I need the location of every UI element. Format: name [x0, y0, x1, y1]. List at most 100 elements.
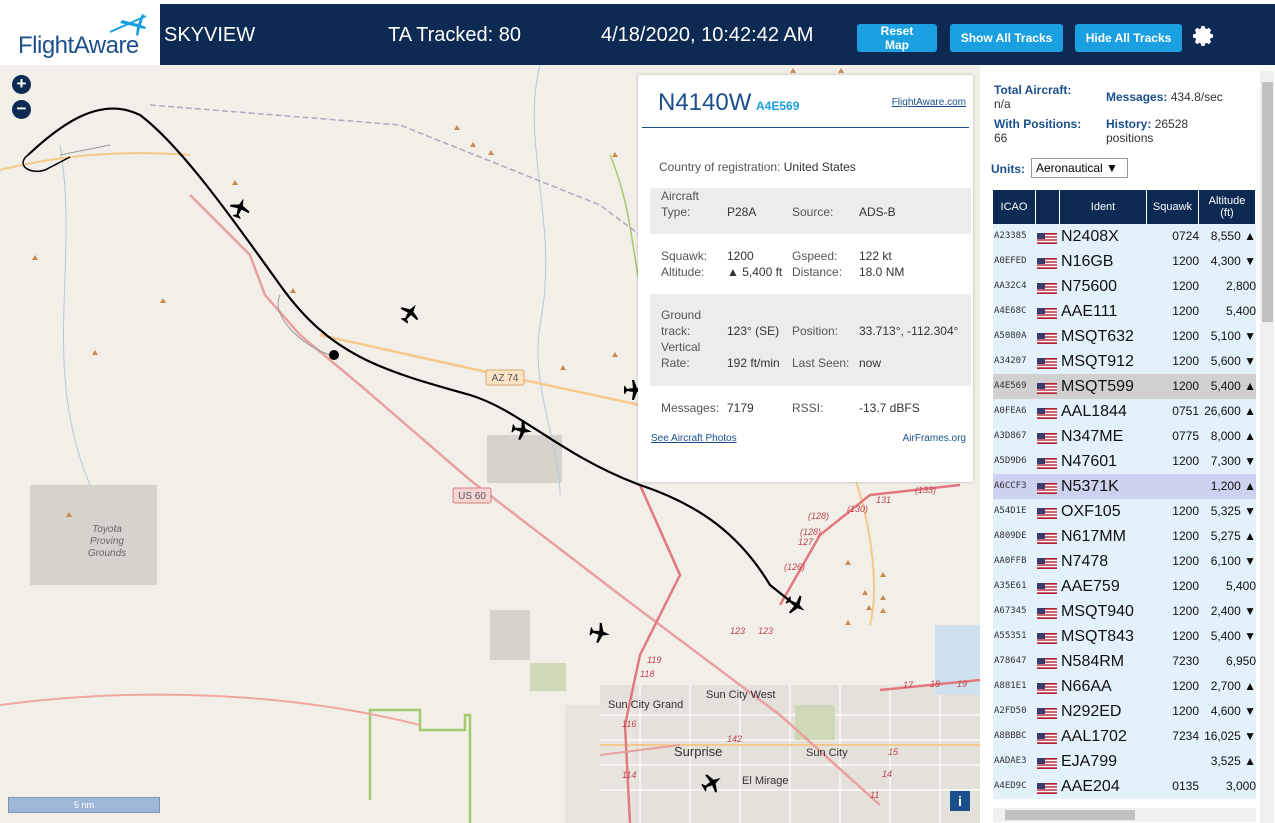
- mile-label: 116: [622, 719, 636, 729]
- us-flag-icon: [1037, 681, 1057, 694]
- place-label: Surprise: [674, 744, 722, 759]
- us-flag-icon: [1037, 381, 1057, 394]
- logo-text: FlightAware: [18, 32, 139, 59]
- table-row[interactable]: A0EFED N16GB 1200 4,300 ▼: [993, 249, 1256, 275]
- table-row[interactable]: A6CCF3 N5371K 1,200 ▲: [993, 474, 1256, 500]
- zoom-in-button[interactable]: +: [12, 75, 31, 94]
- mile-label: 17: [903, 680, 914, 690]
- icao-cell: A4E569: [994, 381, 1027, 391]
- us-flag-icon: [1037, 481, 1057, 494]
- reset-map-button[interactable]: Reset Map: [857, 24, 937, 52]
- squawk-value: 1200: [727, 249, 754, 263]
- mile-label: 19: [957, 679, 967, 689]
- table-row[interactable]: AA32C4 N75600 1200 2,800: [993, 274, 1256, 300]
- aircraft-type-label: Type:: [661, 205, 691, 219]
- aircraft-photos-link[interactable]: See Aircraft Photos: [651, 433, 737, 444]
- map-scale-bar: 5 nm: [8, 797, 160, 813]
- icao-cell: A881E1: [994, 681, 1027, 691]
- hide-all-tracks-button[interactable]: Hide All Tracks: [1075, 24, 1182, 52]
- messages-label: Messages:: [661, 401, 720, 415]
- units-select[interactable]: Aeronautical ▼: [1031, 158, 1128, 178]
- popup-hex-link[interactable]: A4E569: [756, 99, 799, 113]
- ident-cell: AAE204: [1061, 778, 1120, 795]
- col-header-icao[interactable]: ICAO: [993, 190, 1036, 224]
- rssi-label: RSSI:: [792, 401, 824, 415]
- ident-cell: N66AA: [1061, 678, 1112, 695]
- table-row[interactable]: A54D1E OXF105 1200 5,325 ▼: [993, 499, 1256, 525]
- table-row[interactable]: A23385 N2408X 0724 8,550 ▲: [993, 224, 1256, 250]
- table-row[interactable]: A5D9D6 N47601 1200 7,300 ▼: [993, 449, 1256, 475]
- gear-icon[interactable]: [1192, 24, 1216, 48]
- us-flag-icon: [1037, 456, 1057, 469]
- table-row[interactable]: A4ED9C AAE204 0135 3,000: [993, 774, 1256, 800]
- flightaware-link[interactable]: FlightAware.com: [892, 97, 966, 108]
- table-row[interactable]: A3D867 N347ME 0775 8,000 ▲: [993, 424, 1256, 450]
- table-row[interactable]: A4E68C AAE111 1200 5,400: [993, 299, 1256, 325]
- squawk-cell: 1200: [1172, 354, 1199, 368]
- position-value: 33.713°, -112.304°: [859, 324, 959, 338]
- altitude-cell: 7,300 ▼: [1210, 454, 1256, 468]
- icao-cell: A35E61: [994, 581, 1027, 591]
- col-header-flag[interactable]: [1036, 190, 1060, 224]
- map-info-button[interactable]: i: [950, 791, 970, 811]
- wash-line: [59, 144, 91, 486]
- table-row[interactable]: A2FD50 N292ED 1200 4,600 ▼: [993, 699, 1256, 725]
- icao-cell: A0EFED: [994, 256, 1027, 266]
- altitude-header-text: Altitude: [1208, 195, 1246, 207]
- vertical-scroll-thumb[interactable]: [1262, 82, 1273, 322]
- horizontal-scroll-thumb[interactable]: [1005, 810, 1135, 820]
- ident-cell: EJA799: [1061, 753, 1118, 770]
- table-row[interactable]: A5080A MSQT632 1200 5,100 ▼: [993, 324, 1256, 350]
- show-all-tracks-button[interactable]: Show All Tracks: [950, 24, 1063, 52]
- table-row[interactable]: AA0FFB N7478 1200 6,100 ▼: [993, 549, 1256, 575]
- mile-label: 127: [798, 537, 814, 547]
- table-row[interactable]: A809DE N617MM 1200 5,275 ▲: [993, 524, 1256, 550]
- icao-cell: A78647: [994, 656, 1027, 666]
- us-flag-icon: [1037, 556, 1057, 569]
- local-road: [277, 294, 331, 356]
- mile-label: 131: [876, 495, 891, 505]
- col-header-squawk[interactable]: Squawk: [1147, 190, 1199, 224]
- mile-label: (128): [808, 511, 829, 521]
- table-row[interactable]: A0FEA6 AAL1844 0751 26,600 ▲: [993, 399, 1256, 425]
- table-row[interactable]: A67345 MSQT940 1200 2,400 ▼: [993, 599, 1256, 625]
- icao-cell: A0FEA6: [994, 406, 1027, 416]
- icao-cell: AA0FFB: [994, 556, 1027, 566]
- table-row[interactable]: A34207 MSQT912 1200 5,600 ▼: [993, 349, 1256, 375]
- history-stat: History: 26528 positions: [1106, 117, 1188, 145]
- table-row[interactable]: A881E1 N66AA 1200 2,700 ▲: [993, 674, 1256, 700]
- table-row[interactable]: A4E569 MSQT599 1200 5,400 ▲: [993, 374, 1256, 400]
- ident-cell: MSQT843: [1061, 628, 1134, 645]
- table-row[interactable]: AADAE3 EJA799 3,525 ▲: [993, 749, 1256, 775]
- icao-cell: A5080A: [994, 331, 1027, 341]
- aircraft-marker[interactable]: [396, 299, 424, 327]
- col-header-ident[interactable]: Ident: [1060, 190, 1147, 224]
- table-row[interactable]: A78647 N584RM 7230 6,950: [993, 649, 1256, 675]
- squawk-cell: 1200: [1172, 454, 1199, 468]
- icao-cell: A55351: [994, 631, 1027, 641]
- flightaware-logo[interactable]: FlightAware: [0, 4, 160, 65]
- track-label: track:: [661, 324, 691, 338]
- country-label: Country of registration:: [659, 160, 781, 174]
- zoom-out-button[interactable]: −: [12, 100, 31, 119]
- mile-label: (133): [915, 485, 936, 495]
- icao-cell: A2FD50: [994, 706, 1027, 716]
- squawk-cell: 1200: [1172, 704, 1199, 718]
- table-row[interactable]: A55351 MSQT843 1200 5,400 ▼: [993, 624, 1256, 650]
- total-aircraft-value: n/a: [994, 97, 1011, 111]
- us-flag-icon: [1037, 306, 1057, 319]
- table-row[interactable]: A8BBBC AAL1702 7234 16,025 ▼: [993, 724, 1256, 750]
- airframes-link[interactable]: AirFrames.org: [903, 433, 966, 444]
- us-flag-icon: [1037, 256, 1057, 269]
- table-row[interactable]: A35E61 AAE759 1200 5,400: [993, 574, 1256, 600]
- ident-cell: OXF105: [1061, 503, 1121, 520]
- icao-cell: A5D9D6: [994, 456, 1027, 466]
- squawk-cell: 0751: [1172, 404, 1199, 418]
- popup-ident: N4140W: [658, 89, 752, 116]
- mile-label: 15: [888, 747, 899, 757]
- source-label: Source:: [792, 205, 834, 219]
- road-az74-line: [319, 333, 641, 407]
- aircraft-marker[interactable]: [588, 621, 611, 644]
- road-line: [849, 464, 875, 626]
- col-header-altitude[interactable]: Altitude (ft): [1199, 190, 1256, 224]
